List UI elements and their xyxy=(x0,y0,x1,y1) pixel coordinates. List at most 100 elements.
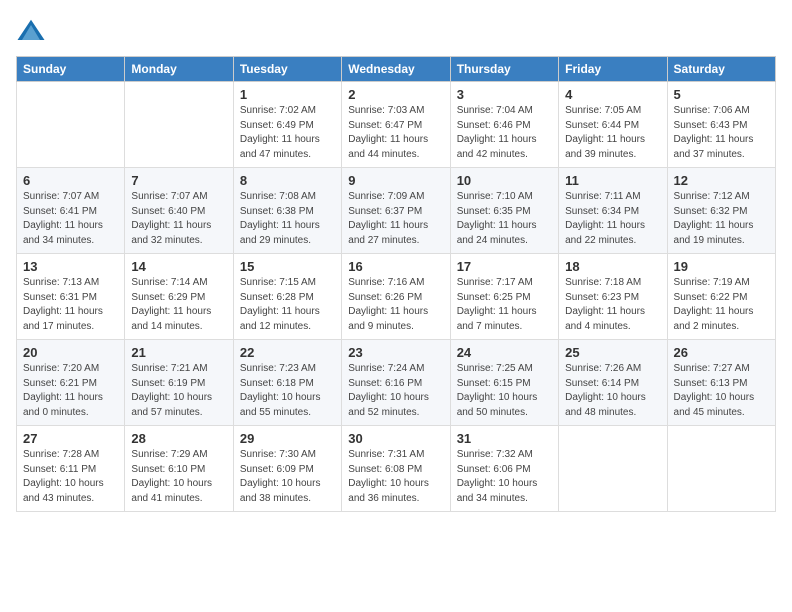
calendar-week-5: 27 Sunrise: 7:28 AM Sunset: 6:11 PM Dayli… xyxy=(17,426,776,512)
day-number: 22 xyxy=(240,345,335,360)
day-number: 25 xyxy=(565,345,660,360)
calendar-cell: 4 Sunrise: 7:05 AM Sunset: 6:44 PM Daylig… xyxy=(559,82,667,168)
day-info: Sunrise: 7:20 AM Sunset: 6:21 PM Dayligh… xyxy=(23,362,118,420)
calendar-cell: 28 Sunrise: 7:29 AM Sunset: 6:10 PM Dayli… xyxy=(125,426,233,512)
calendar-cell xyxy=(667,426,775,512)
calendar-table: SundayMondayTuesdayWednesdayThursdayFrid… xyxy=(16,56,776,512)
calendar-cell: 10Sunrise: 7:10 AM Sunset: 6:35 PM Dayli… xyxy=(450,168,558,254)
day-number: 23 xyxy=(348,345,443,360)
day-info: Sunrise: 7:14 AM Sunset: 6:29 PM Dayligh… xyxy=(131,276,226,334)
day-info: Sunrise: 7:07 AM Sunset: 6:40 PM Dayligh… xyxy=(131,190,226,248)
weekday-header-wednesday: Wednesday xyxy=(342,57,450,82)
day-number: 1 xyxy=(240,87,335,102)
day-number: 28 xyxy=(131,431,226,446)
calendar-cell: 23 Sunrise: 7:24 AM Sunset: 6:16 PM Dayli… xyxy=(342,340,450,426)
calendar-cell: 2 Sunrise: 7:03 AM Sunset: 6:47 PM Daylig… xyxy=(342,82,450,168)
day-info: Sunrise: 7:07 AM Sunset: 6:41 PM Dayligh… xyxy=(23,190,118,248)
day-number: 5 xyxy=(674,87,769,102)
calendar-cell: 7 Sunrise: 7:07 AM Sunset: 6:40 PM Daylig… xyxy=(125,168,233,254)
calendar-cell: 14 Sunrise: 7:14 AM Sunset: 6:29 PM Dayli… xyxy=(125,254,233,340)
calendar-cell: 22 Sunrise: 7:23 AM Sunset: 6:18 PM Dayli… xyxy=(233,340,341,426)
day-info: Sunrise: 7:02 AM Sunset: 6:49 PM Dayligh… xyxy=(240,104,335,162)
day-info: Sunrise: 7:28 AM Sunset: 6:11 PM Dayligh… xyxy=(23,448,118,506)
day-info: Sunrise: 7:03 AM Sunset: 6:47 PM Dayligh… xyxy=(348,104,443,162)
day-number: 4 xyxy=(565,87,660,102)
calendar-cell: 19 Sunrise: 7:19 AM Sunset: 6:22 PM Dayli… xyxy=(667,254,775,340)
day-info: Sunrise: 7:05 AM Sunset: 6:44 PM Dayligh… xyxy=(565,104,660,162)
day-info: Sunrise: 7:16 AM Sunset: 6:26 PM Dayligh… xyxy=(348,276,443,334)
day-info: Sunrise: 7:24 AM Sunset: 6:16 PM Dayligh… xyxy=(348,362,443,420)
calendar-cell: 8 Sunrise: 7:08 AM Sunset: 6:38 PM Daylig… xyxy=(233,168,341,254)
day-number: 13 xyxy=(23,259,118,274)
calendar-cell: 31Sunrise: 7:32 AM Sunset: 6:06 PM Dayli… xyxy=(450,426,558,512)
day-number: 3 xyxy=(457,87,552,102)
day-number: 8 xyxy=(240,173,335,188)
calendar-cell: 15 Sunrise: 7:15 AM Sunset: 6:28 PM Dayli… xyxy=(233,254,341,340)
day-number: 11 xyxy=(565,173,660,188)
calendar-cell xyxy=(559,426,667,512)
weekday-header-tuesday: Tuesday xyxy=(233,57,341,82)
day-number: 15 xyxy=(240,259,335,274)
day-info: Sunrise: 7:21 AM Sunset: 6:19 PM Dayligh… xyxy=(131,362,226,420)
page-header xyxy=(16,16,776,46)
day-number: 16 xyxy=(348,259,443,274)
weekday-header-monday: Monday xyxy=(125,57,233,82)
calendar-cell: 30Sunrise: 7:31 AM Sunset: 6:08 PM Dayli… xyxy=(342,426,450,512)
day-info: Sunrise: 7:11 AM Sunset: 6:34 PM Dayligh… xyxy=(565,190,660,248)
day-number: 27 xyxy=(23,431,118,446)
calendar-body: 1 Sunrise: 7:02 AM Sunset: 6:49 PM Daylig… xyxy=(17,82,776,512)
weekday-header-sunday: Sunday xyxy=(17,57,125,82)
weekday-header-saturday: Saturday xyxy=(667,57,775,82)
calendar-cell: 18 Sunrise: 7:18 AM Sunset: 6:23 PM Dayli… xyxy=(559,254,667,340)
logo xyxy=(16,16,50,46)
calendar-week-2: 6 Sunrise: 7:07 AM Sunset: 6:41 PM Daylig… xyxy=(17,168,776,254)
calendar-cell: 5 Sunrise: 7:06 AM Sunset: 6:43 PM Daylig… xyxy=(667,82,775,168)
day-info: Sunrise: 7:26 AM Sunset: 6:14 PM Dayligh… xyxy=(565,362,660,420)
day-info: Sunrise: 7:06 AM Sunset: 6:43 PM Dayligh… xyxy=(674,104,769,162)
day-info: Sunrise: 7:08 AM Sunset: 6:38 PM Dayligh… xyxy=(240,190,335,248)
day-info: Sunrise: 7:12 AM Sunset: 6:32 PM Dayligh… xyxy=(674,190,769,248)
day-number: 21 xyxy=(131,345,226,360)
day-info: Sunrise: 7:13 AM Sunset: 6:31 PM Dayligh… xyxy=(23,276,118,334)
day-number: 18 xyxy=(565,259,660,274)
day-info: Sunrise: 7:29 AM Sunset: 6:10 PM Dayligh… xyxy=(131,448,226,506)
day-info: Sunrise: 7:10 AM Sunset: 6:35 PM Dayligh… xyxy=(457,190,552,248)
calendar-cell xyxy=(125,82,233,168)
day-info: Sunrise: 7:25 AM Sunset: 6:15 PM Dayligh… xyxy=(457,362,552,420)
calendar-cell: 25 Sunrise: 7:26 AM Sunset: 6:14 PM Dayli… xyxy=(559,340,667,426)
day-info: Sunrise: 7:32 AM Sunset: 6:06 PM Dayligh… xyxy=(457,448,552,506)
day-number: 2 xyxy=(348,87,443,102)
day-number: 26 xyxy=(674,345,769,360)
calendar-header-row: SundayMondayTuesdayWednesdayThursdayFrid… xyxy=(17,57,776,82)
day-number: 12 xyxy=(674,173,769,188)
day-info: Sunrise: 7:15 AM Sunset: 6:28 PM Dayligh… xyxy=(240,276,335,334)
day-number: 7 xyxy=(131,173,226,188)
calendar-week-1: 1 Sunrise: 7:02 AM Sunset: 6:49 PM Daylig… xyxy=(17,82,776,168)
day-number: 14 xyxy=(131,259,226,274)
calendar-cell: 1 Sunrise: 7:02 AM Sunset: 6:49 PM Daylig… xyxy=(233,82,341,168)
calendar-cell: 21 Sunrise: 7:21 AM Sunset: 6:19 PM Dayli… xyxy=(125,340,233,426)
calendar-cell: 6 Sunrise: 7:07 AM Sunset: 6:41 PM Daylig… xyxy=(17,168,125,254)
day-info: Sunrise: 7:23 AM Sunset: 6:18 PM Dayligh… xyxy=(240,362,335,420)
day-number: 29 xyxy=(240,431,335,446)
weekday-header-thursday: Thursday xyxy=(450,57,558,82)
calendar-week-3: 13 Sunrise: 7:13 AM Sunset: 6:31 PM Dayli… xyxy=(17,254,776,340)
calendar-cell: 29 Sunrise: 7:30 AM Sunset: 6:09 PM Dayli… xyxy=(233,426,341,512)
calendar-cell: 12 Sunrise: 7:12 AM Sunset: 6:32 PM Dayli… xyxy=(667,168,775,254)
day-number: 6 xyxy=(23,173,118,188)
calendar-cell: 24 Sunrise: 7:25 AM Sunset: 6:15 PM Dayli… xyxy=(450,340,558,426)
day-number: 20 xyxy=(23,345,118,360)
calendar-cell: 16 Sunrise: 7:16 AM Sunset: 6:26 PM Dayli… xyxy=(342,254,450,340)
day-info: Sunrise: 7:30 AM Sunset: 6:09 PM Dayligh… xyxy=(240,448,335,506)
day-number: 19 xyxy=(674,259,769,274)
calendar-cell: 20 Sunrise: 7:20 AM Sunset: 6:21 PM Dayli… xyxy=(17,340,125,426)
calendar-cell: 26 Sunrise: 7:27 AM Sunset: 6:13 PM Dayli… xyxy=(667,340,775,426)
weekday-header-friday: Friday xyxy=(559,57,667,82)
day-info: Sunrise: 7:27 AM Sunset: 6:13 PM Dayligh… xyxy=(674,362,769,420)
day-info: Sunrise: 7:18 AM Sunset: 6:23 PM Dayligh… xyxy=(565,276,660,334)
day-info: Sunrise: 7:19 AM Sunset: 6:22 PM Dayligh… xyxy=(674,276,769,334)
calendar-cell xyxy=(17,82,125,168)
day-number: 30 xyxy=(348,431,443,446)
calendar-cell: 17Sunrise: 7:17 AM Sunset: 6:25 PM Dayli… xyxy=(450,254,558,340)
day-number: 24 xyxy=(457,345,552,360)
